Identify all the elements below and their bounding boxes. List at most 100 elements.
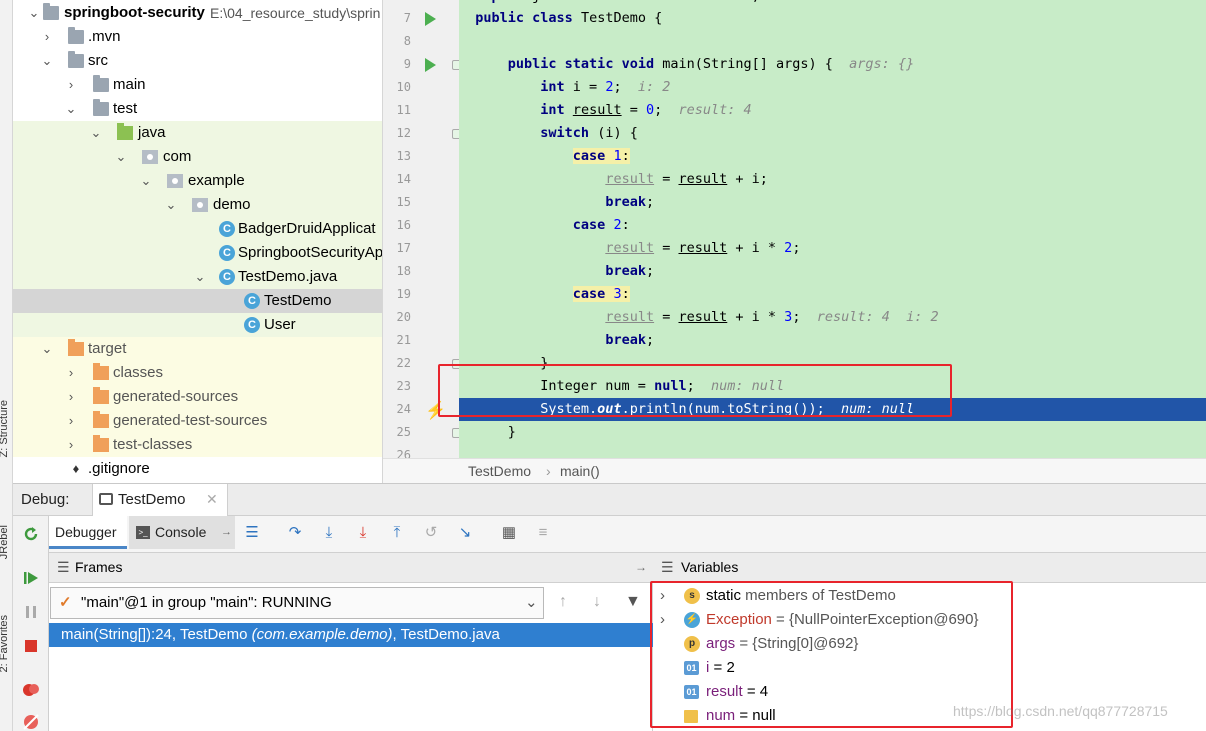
tree-row[interactable]: ⌄ src [13,49,382,73]
favorites-tab[interactable]: 2: Favorites [0,615,14,672]
tree-row[interactable]: ⌄ C TestDemo.java [13,265,382,289]
chevron-right-icon[interactable]: › [64,409,78,433]
variable-row[interactable]: 01 i = 2 [653,656,1206,680]
rerun-icon[interactable] [22,525,40,543]
exception-breakpoint-icon[interactable]: ⚡ [425,399,446,422]
chevron-right-icon[interactable]: › [64,361,78,385]
gutter-line: 24 ⚡ [383,398,459,421]
tree-label: BadgerDruidApplicat [238,220,376,237]
tree-label: com [163,148,192,165]
chevron-down-icon[interactable]: ⌄ [40,49,54,73]
thread-select[interactable]: ✓ "main"@1 in group "main": RUNNING ⌄ [50,587,544,619]
code-editor[interactable]: 7 8 9 10 11 12 13 14 15 16 17 18 19 20 2… [383,0,1206,458]
chevron-down-icon[interactable]: ⌄ [64,97,78,121]
gutter-line: 26 [383,444,459,458]
evaluate-expression-icon[interactable]: ▦ [499,523,519,543]
run-icon[interactable] [425,58,436,72]
line-number: 20 [396,310,411,324]
static-icon: s [684,588,700,604]
chevron-right-icon[interactable]: › [660,608,665,632]
tree-row[interactable]: ♦ .gitignore [13,457,382,481]
tree-row[interactable]: › generated-test-sources [13,409,382,433]
run-icon[interactable] [425,12,436,26]
tree-row-selected[interactable]: C TestDemo [13,289,382,313]
tree-row-root[interactable]: ⌄ springboot-security E:\04_resource_stu… [13,1,382,25]
tree-row[interactable]: ⌄ com [13,145,382,169]
variable-row[interactable]: › ⚡ Exception = {NullPointerException@69… [653,608,1206,632]
selected-frame[interactable]: main(String[]):24, TestDemo (com.example… [49,623,653,647]
tree-row[interactable]: › .mvn [13,25,382,49]
variable-row[interactable]: › s static members of TestDemo [653,584,1206,608]
tree-row[interactable]: ⌄ target [13,337,382,361]
tree-row[interactable]: C User [13,313,382,337]
frames-icon: ☰ [57,559,70,575]
tree-row[interactable]: › test-classes [13,433,382,457]
debug-session-tab[interactable]: TestDemo ✕ [92,484,228,517]
resume-icon[interactable] [22,569,40,587]
step-out-icon[interactable]: ⤒ [387,523,407,543]
close-icon[interactable]: ✕ [206,491,218,508]
view-breakpoints-icon[interactable] [22,681,40,699]
tree-row[interactable]: ⌄ demo [13,193,382,217]
variable-row[interactable]: p args = {String[0]@692} [653,632,1206,656]
tree-label: generated-test-sources [113,412,268,429]
tree-row[interactable]: C SpringbootSecurityAp [13,241,382,265]
chevron-right-icon[interactable]: › [660,584,665,608]
previous-frame-icon[interactable]: ↑ [559,593,567,611]
variable-row[interactable]: 01 result = 4 [653,680,1206,704]
chevron-right-icon[interactable]: › [64,385,78,409]
line-number: 24 [396,402,411,416]
tree-row[interactable]: › generated-sources [13,385,382,409]
show-execution-point-icon[interactable]: ☰ [242,523,262,543]
thread-label: "main"@1 in group "main": RUNNING [81,594,332,611]
git-icon: ♦ [72,461,80,476]
tree-row[interactable]: ⌄ test [13,97,382,121]
next-frame-icon[interactable]: ↓ [593,593,601,611]
folder-icon [68,51,84,68]
tree-row[interactable]: › main [13,73,382,97]
gutter-line: 18 [383,260,459,283]
tree-row[interactable]: ⌄ java [13,121,382,145]
line-number: 15 [396,195,411,209]
chevron-down-icon[interactable]: ⌄ [114,145,128,169]
breadcrumb-method[interactable]: main() [560,459,600,483]
pin-icon[interactable]: → [221,516,232,549]
filter-icon[interactable]: ▼ [625,593,641,611]
code-line: } [459,355,549,371]
chevron-down-icon[interactable]: ⌄ [139,169,153,193]
chevron-down-icon[interactable]: ⌄ [40,337,54,361]
tree-label: TestDemo.java [238,268,338,285]
gutter-line: 11 [383,99,459,122]
pause-icon[interactable] [22,603,40,621]
tree-label: target [88,340,127,357]
chevron-down-icon[interactable]: ⌄ [164,193,178,217]
chevron-down-icon[interactable]: ⌄ [27,1,41,25]
tab-console[interactable]: >_ Console → [129,516,235,549]
tree-row[interactable]: C BadgerDruidApplicat [13,217,382,241]
structure-tab[interactable]: Z: Structure [0,400,14,457]
force-step-into-icon[interactable]: ⤓ [353,523,373,543]
drop-frame-icon[interactable]: ↺ [421,523,441,543]
pin-icon[interactable]: → [635,553,647,582]
trace-current-stream-icon[interactable]: ≡ [533,523,553,543]
gutter-line: 12 [383,122,462,145]
chevron-right-icon[interactable]: › [64,73,78,97]
chevron-right-icon[interactable]: › [40,25,54,49]
jrebel-tab[interactable]: JRebel [0,525,14,559]
chevron-right-icon[interactable]: › [64,433,78,457]
chevron-down-icon[interactable]: ⌄ [525,588,538,618]
tree-row[interactable]: ⌄ example [13,169,382,193]
folder-icon [68,339,84,356]
step-over-icon[interactable]: ↷ [285,523,305,543]
step-into-icon[interactable]: ⤓ [319,523,339,543]
stop-icon[interactable] [22,637,40,655]
chevron-down-icon[interactable]: ⌄ [193,265,207,289]
tree-label: example [188,172,245,189]
breadcrumb-class[interactable]: TestDemo [468,459,531,483]
run-to-cursor-icon[interactable]: ↘ [455,523,475,543]
inline-hint: result: 4 [678,102,752,118]
tree-row[interactable]: › classes [13,361,382,385]
tab-debugger[interactable]: Debugger [49,516,127,549]
chevron-down-icon[interactable]: ⌄ [89,121,103,145]
mute-breakpoints-icon[interactable] [22,713,40,731]
